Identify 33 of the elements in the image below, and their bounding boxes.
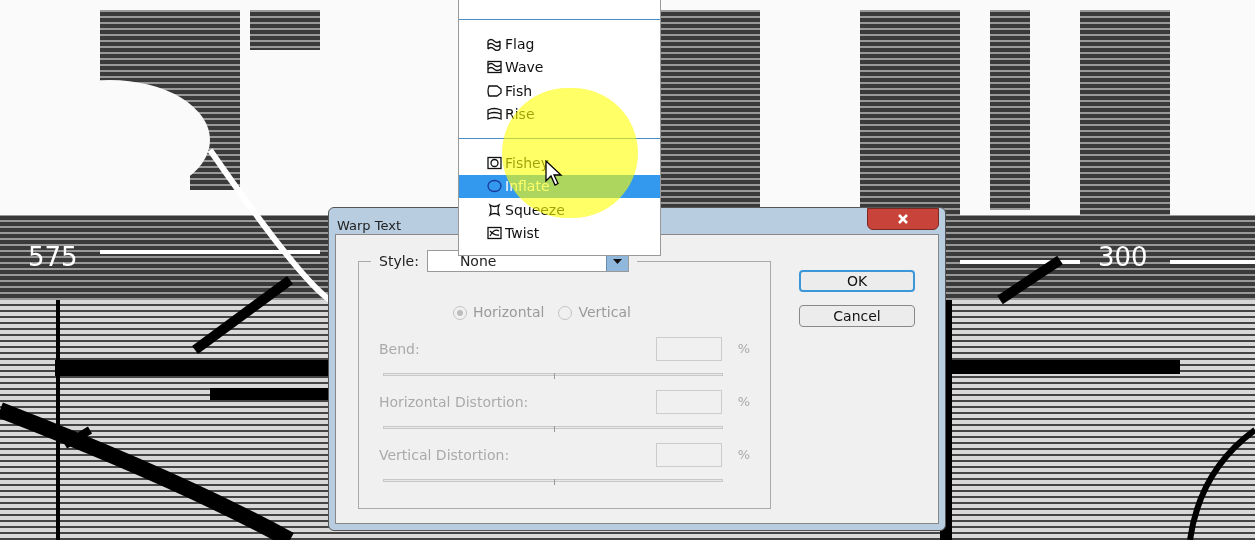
dialog-button[interactable]: Cancel [799,305,915,327]
flag-warp-icon [487,36,502,51]
radio-label: Vertical [578,303,631,322]
pinched-shape-icon [487,202,502,217]
rise-warp-icon [487,107,502,122]
percent-unit: % [737,340,750,359]
menu-item[interactable]: Fish [459,79,660,103]
close-icon [897,214,909,224]
caret-icon [612,258,622,264]
twist-warp-icon [487,226,502,241]
slider-track[interactable] [383,373,723,376]
radio-label: Horizontal [473,303,545,322]
percent-unit: % [737,446,750,465]
circle-in-box-icon [487,155,502,170]
setting-label: Bend: [379,339,421,359]
slider-track[interactable] [383,426,723,429]
setting-label: Horizontal Distortion: [379,392,530,412]
canvas-label: 300 [1098,244,1148,270]
dialog-button[interactable]: OK [799,270,915,292]
menu-item[interactable]: Flag [459,32,660,56]
close-button[interactable] [867,208,939,230]
style-value: None [458,251,497,271]
ellipse-icon [487,179,502,194]
canvas-label: 575 [28,244,78,270]
style-label: Style: [379,251,419,271]
menu-item[interactable]: Wave [459,55,660,79]
percent-unit: % [737,393,750,412]
window-title: Warp Text [336,217,401,235]
slider-track[interactable] [383,479,723,482]
menu-item[interactable]: Twist [459,221,660,245]
wave-warp-icon [487,60,502,75]
setting-label: Vertical Distortion: [379,445,511,465]
fish-outline-icon [487,83,502,98]
